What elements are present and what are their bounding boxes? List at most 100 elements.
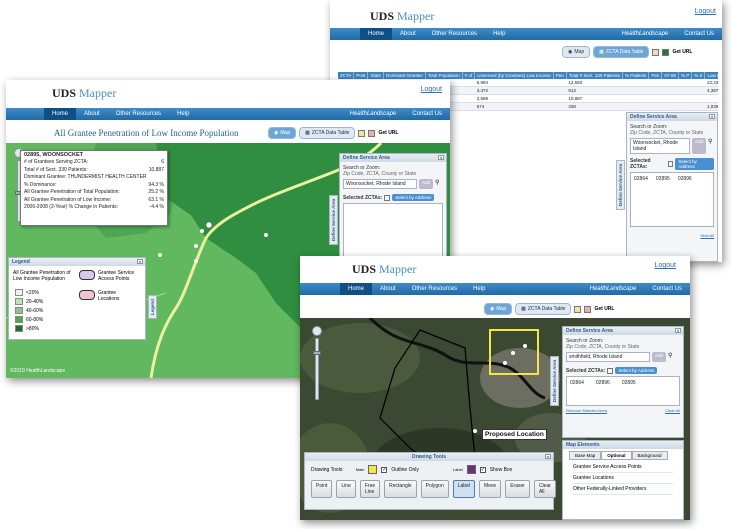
table-column-header[interactable]: 07-08	[661, 72, 679, 79]
tool-line-button[interactable]: Line	[336, 480, 356, 498]
table-column-header[interactable]: # of	[462, 72, 476, 79]
table-column-header[interactable]: % P	[678, 72, 693, 79]
brand-logo[interactable]: UDS Mapper	[370, 9, 434, 24]
nav-other-resources[interactable]: Other Resources	[424, 28, 485, 40]
close-icon[interactable]: ×	[675, 328, 681, 333]
table-column-header[interactable]: Pen	[553, 72, 567, 79]
nav-help[interactable]: Help	[485, 28, 513, 40]
zoom-track[interactable]	[313, 338, 321, 400]
logout-link[interactable]: Logout	[421, 86, 442, 93]
table-column-header[interactable]: Dominant Grantee	[383, 72, 426, 79]
logout-link[interactable]: Logout	[655, 262, 676, 269]
outline-only-checkbox[interactable]: ✓	[381, 466, 388, 473]
print-icon[interactable]	[652, 48, 660, 56]
table-column-header[interactable]: Total Population	[425, 72, 463, 79]
select-by-address-button[interactable]: Select by Address	[675, 158, 714, 170]
service-point[interactable]	[200, 229, 204, 233]
tool-point-button[interactable]: Point	[311, 480, 333, 498]
add-button[interactable]: Add	[652, 352, 667, 362]
nav-contact[interactable]: Contact Us	[404, 108, 450, 120]
search-icon[interactable]: ⚲	[708, 138, 712, 154]
close-icon[interactable]: ×	[438, 155, 444, 160]
table-column-header[interactable]: Post	[353, 72, 369, 79]
main-color-swatch[interactable]	[368, 465, 378, 474]
nav-healthlandscape[interactable]: HealthLandscape	[342, 108, 405, 120]
zcta-item[interactable]: 02896	[596, 380, 610, 402]
nav-healthlandscape[interactable]: HealthLandscape	[582, 283, 645, 295]
table-column-header[interactable]: Low Income Pop.	[704, 72, 718, 79]
logout-link[interactable]: Logout	[695, 8, 716, 15]
nav-home[interactable]: Home	[340, 283, 373, 295]
zcta-item[interactable]: 02896	[678, 176, 692, 223]
table-column-header[interactable]: Pen	[648, 72, 663, 79]
nav-help[interactable]: Help	[169, 108, 197, 120]
service-point[interactable]	[194, 259, 198, 263]
map-element-item[interactable]: Grantee Service Access Points	[573, 462, 673, 473]
zoom-slider[interactable]	[312, 326, 322, 411]
table-tab[interactable]: ▦ ZCTA Data Table	[299, 127, 356, 139]
legend-vtab[interactable]: Legend	[148, 295, 157, 319]
pdf-icon[interactable]	[584, 305, 592, 313]
tool-rectangle-button[interactable]: Rectangle	[384, 480, 417, 498]
edit-icon[interactable]	[667, 161, 674, 167]
show-box-checkbox[interactable]: ✓	[479, 466, 486, 473]
nav-healthlandscape[interactable]: HealthLandscape	[614, 28, 677, 40]
brand-logo[interactable]: UDS Mapper	[52, 86, 116, 101]
pdf-icon[interactable]	[368, 129, 376, 137]
hide-all-link[interactable]: Hide All	[630, 233, 714, 238]
map-element-item[interactable]: Other Federally-Linked Providers	[573, 484, 673, 495]
nav-contact[interactable]: Contact Us	[644, 283, 690, 295]
table-column-header[interactable]: State	[367, 72, 384, 79]
nav-other-resources[interactable]: Other Resources	[108, 108, 169, 120]
map-tab[interactable]: ◉ Map	[562, 46, 591, 58]
define-service-area-vtab[interactable]: Define Service Area	[616, 160, 625, 210]
search-icon[interactable]: ⚲	[668, 352, 672, 362]
brand-logo[interactable]: UDS Mapper	[352, 262, 416, 277]
selected-zctas-box[interactable]: 02864 02896 02895	[566, 376, 680, 406]
map-tab[interactable]: ◉ Map	[268, 127, 297, 139]
selected-zctas-box[interactable]: 02864 02895 02896	[630, 172, 714, 227]
service-point[interactable]	[511, 351, 515, 355]
nav-home[interactable]: Home	[44, 108, 77, 120]
nav-other-resources[interactable]: Other Resources	[404, 283, 465, 295]
proposed-location-label[interactable]: Proposed Location	[482, 429, 547, 440]
map-element-item[interactable]: Grantee Locations	[573, 473, 673, 484]
select-by-address-button[interactable]: Select by Address	[392, 194, 435, 201]
print-icon[interactable]	[574, 305, 582, 313]
zoom-thumb[interactable]	[313, 351, 321, 355]
service-point[interactable]	[158, 253, 162, 257]
map-tab[interactable]: ◉ Map	[484, 303, 513, 315]
get-url-link[interactable]: Get URL	[378, 130, 398, 136]
zcta-item[interactable]: 02864	[570, 380, 584, 402]
close-icon[interactable]: ×	[709, 114, 715, 119]
search-input[interactable]: Woonsocket, Rhode Island	[630, 138, 690, 154]
tool-free-line-button[interactable]: Free Line	[359, 480, 381, 498]
nav-contact[interactable]: Contact Us	[676, 28, 722, 40]
nav-about[interactable]: About	[392, 28, 424, 40]
table-column-header[interactable]: % S	[691, 72, 706, 79]
service-point[interactable]	[194, 244, 198, 248]
label-color-swatch[interactable]	[466, 465, 476, 474]
nav-about[interactable]: About	[76, 108, 108, 120]
nav-home[interactable]: Home	[360, 28, 393, 40]
tab-optional[interactable]: Optional	[601, 451, 632, 460]
edit-icon[interactable]	[384, 194, 391, 201]
clear-all-link[interactable]: Clear All	[665, 408, 680, 413]
service-point[interactable]	[205, 221, 213, 229]
nav-help[interactable]: Help	[465, 283, 493, 295]
close-icon[interactable]: ×	[137, 259, 143, 264]
define-service-area-vtab[interactable]: Define Service Area	[550, 356, 559, 406]
service-point[interactable]	[523, 344, 527, 348]
tool-polygon-button[interactable]: Polygon	[420, 480, 449, 498]
service-point[interactable]	[264, 233, 268, 237]
close-icon[interactable]: ×	[545, 454, 551, 459]
tab-background[interactable]: Background	[631, 451, 668, 460]
table-column-header[interactable]: Total # Sect. 330 Patients	[566, 72, 623, 79]
add-button[interactable]: Add	[692, 138, 707, 154]
edit-icon[interactable]	[607, 367, 614, 374]
pan-control[interactable]	[312, 326, 322, 336]
remove-selected-link[interactable]: Remove Selected Area	[566, 408, 607, 413]
select-by-address-button[interactable]: Select by Address	[615, 367, 658, 374]
nav-about[interactable]: About	[372, 283, 404, 295]
tool-eraser-button[interactable]: Eraser	[505, 480, 530, 498]
